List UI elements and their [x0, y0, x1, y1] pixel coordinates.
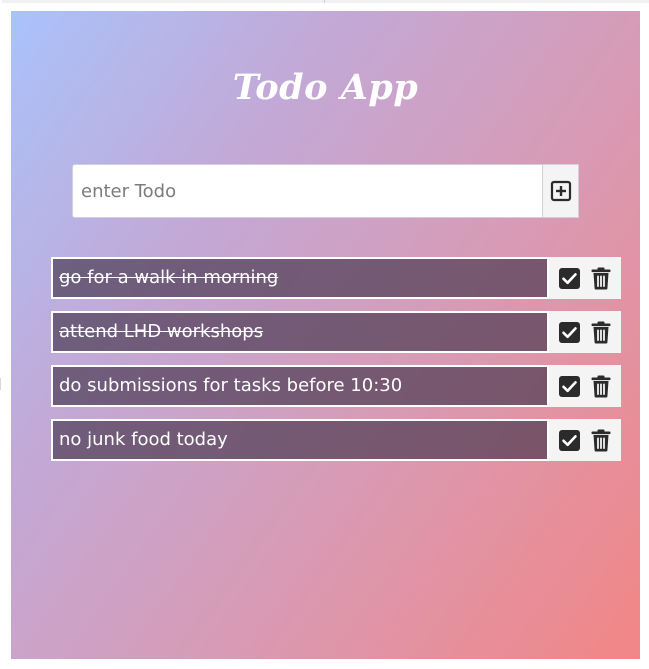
- todo-item-actions: [549, 419, 621, 461]
- todo-list: go for a walk in morning attend LHD work…: [51, 257, 621, 473]
- todo-item: do submissions for tasks before 10:30: [51, 365, 621, 407]
- delete-todo-button[interactable]: [589, 266, 613, 290]
- window-left-edge: [0, 0, 2, 669]
- todo-item-text: no junk food today: [51, 419, 549, 461]
- todo-item-actions: [549, 365, 621, 407]
- trash-icon: [591, 375, 611, 397]
- check-square-icon: [558, 375, 580, 397]
- todo-item: no junk food today: [51, 419, 621, 461]
- todo-item-actions: [549, 311, 621, 353]
- check-square-icon: [558, 321, 580, 343]
- trash-icon: [591, 321, 611, 343]
- todo-item: attend LHD workshops: [51, 311, 621, 353]
- todo-app-panel: Todo App go for a walk in morning: [11, 11, 640, 659]
- window-top-edge: [0, 0, 649, 3]
- add-todo-button[interactable]: [543, 164, 579, 218]
- complete-todo-button[interactable]: [557, 428, 581, 452]
- trash-icon: [591, 429, 611, 451]
- trash-icon: [591, 267, 611, 289]
- delete-todo-button[interactable]: [589, 320, 613, 344]
- delete-todo-button[interactable]: [589, 374, 613, 398]
- todo-item-actions: [549, 257, 621, 299]
- check-square-icon: [558, 267, 580, 289]
- page-title: Todo App: [232, 67, 419, 108]
- edge-mark: [0, 378, 1, 390]
- plus-square-icon: [550, 180, 571, 202]
- todo-item-text: attend LHD workshops: [51, 311, 549, 353]
- complete-todo-button[interactable]: [557, 266, 581, 290]
- edge-tick: [324, 0, 325, 3]
- check-square-icon: [558, 429, 580, 451]
- complete-todo-button[interactable]: [557, 320, 581, 344]
- todo-item-text: do submissions for tasks before 10:30: [51, 365, 549, 407]
- todo-item-text: go for a walk in morning: [51, 257, 549, 299]
- add-todo-form: [72, 164, 579, 218]
- todo-input[interactable]: [72, 164, 543, 218]
- todo-item: go for a walk in morning: [51, 257, 621, 299]
- complete-todo-button[interactable]: [557, 374, 581, 398]
- delete-todo-button[interactable]: [589, 428, 613, 452]
